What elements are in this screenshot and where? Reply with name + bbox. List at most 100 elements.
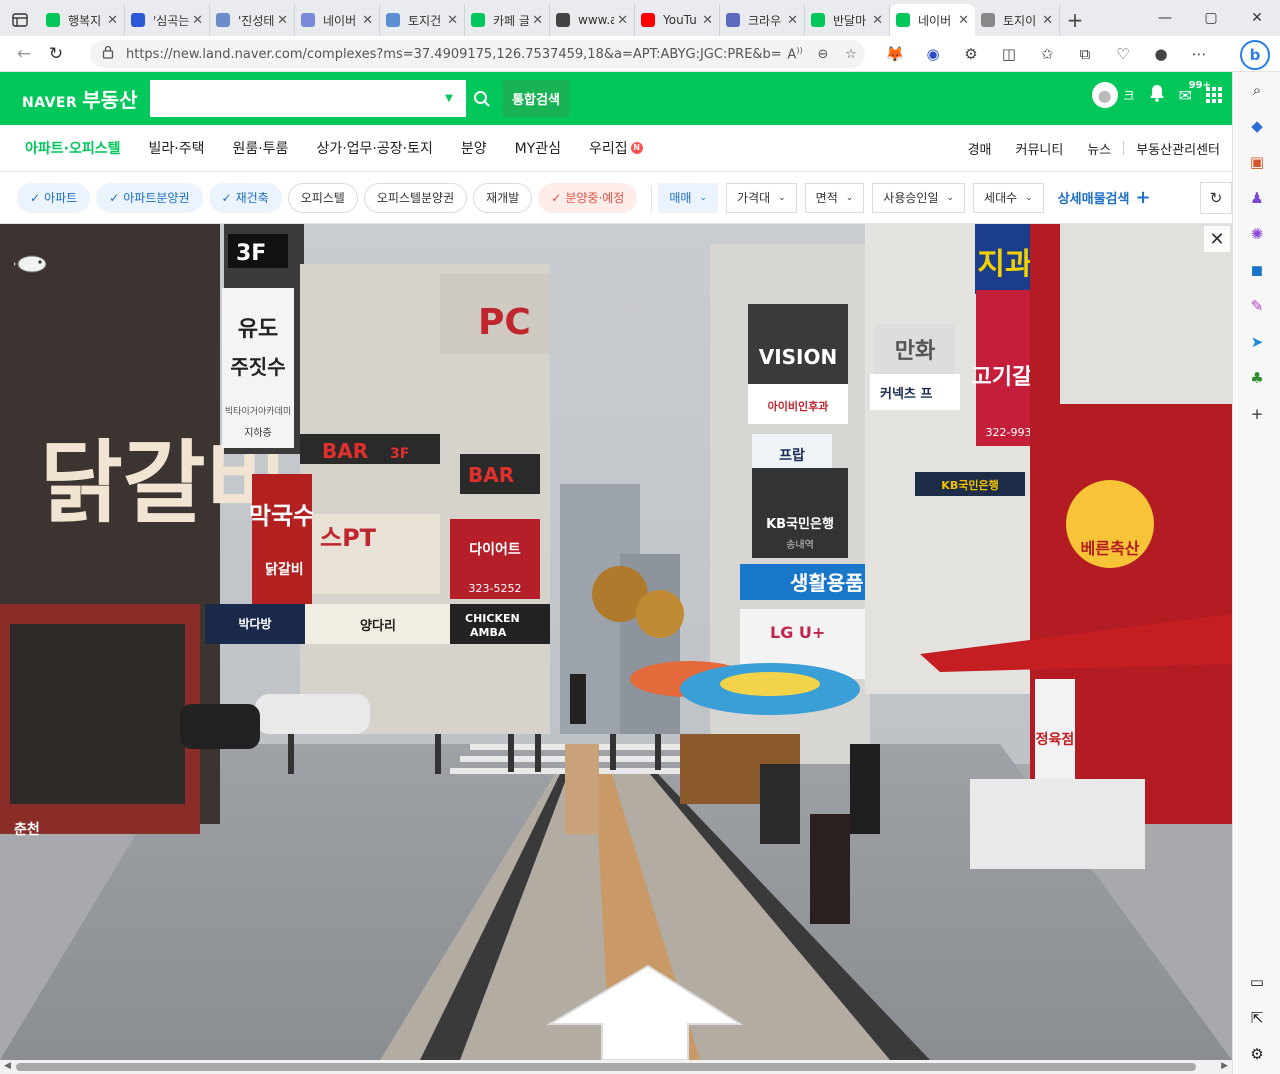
tools-briefcase-icon[interactable]: ▣	[1233, 144, 1280, 180]
more-menu-icon[interactable]: ⋯	[1180, 40, 1218, 68]
omnibox[interactable]: https://new.land.naver.com/complexes?ms=…	[90, 40, 865, 68]
tab-close-icon[interactable]: ✕	[1042, 13, 1053, 28]
filter-chip-apt-presale-right[interactable]: ✓ 아파트분양권	[96, 182, 203, 213]
horizontal-scrollbar[interactable]: ◀ ▶	[0, 1060, 1232, 1074]
tab-close-icon[interactable]: ✕	[787, 13, 798, 28]
close-window-icon[interactable]: ✕	[1234, 0, 1280, 36]
tab-close-icon[interactable]: ✕	[532, 13, 543, 28]
menu-auction[interactable]: 경매	[956, 125, 1004, 172]
all-search-button[interactable]: 통합검색	[503, 80, 569, 117]
search-dropdown-icon[interactable]: ▼	[434, 93, 464, 104]
browser-tab[interactable]: 네이버 ✕	[890, 4, 975, 36]
tab-close-icon[interactable]: ✕	[702, 13, 713, 28]
tab-actions-menu-icon[interactable]	[0, 0, 40, 40]
bing-copilot-icon[interactable]: b	[1240, 40, 1270, 70]
designer-icon[interactable]: ✎	[1233, 288, 1280, 324]
split-screen-icon[interactable]: ◫	[990, 40, 1028, 68]
extension-circle-icon[interactable]: ◉	[914, 40, 952, 68]
filter-chip-redevelopment[interactable]: 재개발	[473, 182, 533, 213]
filter-trade-type-dropdown[interactable]: 매매 ⌄	[658, 182, 718, 213]
menu-apt-officetel[interactable]: 아파트·오피스텔	[0, 125, 134, 172]
browser-tab[interactable]: YouTu ✕	[635, 4, 720, 36]
naver-land-logo[interactable]: NAVER 부동산	[22, 84, 137, 113]
filter-chip-officetel-presale-right[interactable]: 오피스텔분양권	[363, 182, 468, 213]
reload-icon[interactable]: ↻	[40, 38, 72, 70]
detail-search-button[interactable]: 상세매물검색 +	[1058, 187, 1151, 208]
tab-close-icon[interactable]: ✕	[447, 13, 458, 28]
browser-tab[interactable]: 반달마 ✕	[805, 4, 890, 36]
extensions-puzzle-icon[interactable]: ⚙	[952, 40, 990, 68]
filter-chip-presale-upcoming[interactable]: ✓ 분양중·예정	[538, 182, 638, 213]
browser-tab[interactable]: 크라우 ✕	[720, 4, 805, 36]
minimize-icon[interactable]: —	[1142, 0, 1188, 36]
filter-price-dropdown[interactable]: 가격대 ⌄	[725, 182, 797, 213]
filter-chip-apt[interactable]: ✓ 아파트	[17, 182, 91, 213]
favorite-star-icon[interactable]: ☆	[837, 47, 865, 62]
url-text[interactable]: https://new.land.naver.com/complexes?ms=…	[126, 47, 781, 62]
filter-approval-date-dropdown[interactable]: 사용승인일 ⌄	[872, 182, 966, 213]
send-icon[interactable]: ➤	[1233, 324, 1280, 360]
settings-gear-icon[interactable]: ⚙	[1233, 1036, 1280, 1072]
copilot-icon[interactable]: ✺	[1233, 216, 1280, 252]
filter-chip-reconstruction[interactable]: ✓ 재건축	[208, 182, 282, 213]
browser-tab[interactable]: www.a ✕	[550, 4, 635, 36]
tab-close-icon[interactable]: ✕	[958, 13, 969, 28]
tab-close-icon[interactable]: ✕	[192, 13, 203, 28]
profile-icon[interactable]: ●	[1142, 40, 1180, 68]
games-icon[interactable]: ♟	[1233, 180, 1280, 216]
browser-tab[interactable]: '진성테 ✕	[210, 4, 295, 36]
search-button[interactable]	[464, 80, 498, 117]
maximize-icon[interactable]: ▢	[1188, 0, 1234, 36]
tab-close-icon[interactable]: ✕	[362, 13, 373, 28]
metamask-extension-icon[interactable]: 🦊	[876, 40, 914, 68]
tab-close-icon[interactable]: ✕	[277, 13, 288, 28]
edge-sidebar: ⌕ ◆ ▣ ♟ ✺ ◼ ✎ ➤ ♣ + ▭ ⇱ ⚙	[1232, 72, 1280, 1074]
external-link-icon[interactable]: ⇱	[1233, 1000, 1280, 1036]
back-icon[interactable]: ←	[8, 38, 40, 70]
user-name[interactable]: 크	[1124, 87, 1135, 104]
menu-community[interactable]: 커뮤니티	[1004, 125, 1076, 172]
close-street-view-button[interactable]: ✕	[1204, 226, 1230, 252]
scroll-left-icon[interactable]: ◀	[4, 1061, 11, 1071]
collections-icon[interactable]: ⧉	[1066, 40, 1104, 68]
avatar[interactable]: ●	[1091, 82, 1118, 108]
menu-oneroom[interactable]: 원룸·투룸	[218, 125, 302, 172]
menu-my-interest[interactable]: MY관심	[501, 125, 575, 172]
tab-close-icon[interactable]: ✕	[617, 13, 628, 28]
read-aloud-icon[interactable]: A))	[781, 46, 809, 62]
bell-icon[interactable]	[1149, 84, 1165, 106]
tab-close-icon[interactable]: ✕	[107, 13, 118, 28]
search-icon[interactable]: ⌕	[1233, 72, 1280, 108]
browser-tab[interactable]: 토지건 ✕	[380, 4, 465, 36]
menu-villa-house[interactable]: 빌라·주택	[134, 125, 218, 172]
refresh-filters-button[interactable]: ↻	[1200, 182, 1232, 214]
menu-my-home[interactable]: 우리집 N	[575, 125, 657, 172]
zoom-icon[interactable]: ⊖	[809, 47, 837, 62]
mail-icon[interactable]: ✉ 99+	[1179, 80, 1211, 105]
browser-tab[interactable]: 네이버 ✕	[295, 4, 380, 36]
scroll-right-icon[interactable]: ▶	[1221, 1061, 1228, 1071]
street-view-panorama[interactable]: 닭갈비 춘천 3F 유도 주짓수 빅타이거아카데미 지하층 PC BAR 3F …	[0, 224, 1232, 1060]
shopping-tag-icon[interactable]: ◆	[1233, 108, 1280, 144]
favorites-icon[interactable]: ✩	[1028, 40, 1066, 68]
scrollbar-thumb[interactable]	[16, 1063, 1196, 1071]
menu-presale[interactable]: 분양	[447, 125, 501, 172]
browser-essentials-icon[interactable]: ♡	[1104, 40, 1142, 68]
search-input[interactable]	[150, 80, 434, 117]
menu-commercial[interactable]: 상가·업무·공장·토지	[302, 125, 446, 172]
browser-tab[interactable]: 토지이 ✕	[975, 4, 1060, 36]
sidebar-layout-icon[interactable]: ▭	[1233, 964, 1280, 1000]
browser-tab[interactable]: 행복지 ✕	[40, 4, 125, 36]
filter-chip-officetel[interactable]: 오피스텔	[287, 182, 358, 213]
menu-agency-center[interactable]: 부동산관리센터	[1124, 125, 1232, 172]
filter-household-dropdown[interactable]: 세대수 ⌄	[973, 182, 1044, 213]
filter-area-dropdown[interactable]: 면적 ⌄	[804, 182, 865, 213]
browser-tab[interactable]: '심곡는 ✕	[125, 4, 210, 36]
tree-icon[interactable]: ♣	[1233, 360, 1280, 396]
tab-close-icon[interactable]: ✕	[872, 13, 883, 28]
add-sidebar-icon[interactable]: +	[1233, 396, 1280, 432]
menu-news[interactable]: 뉴스	[1075, 125, 1123, 172]
outlook-icon[interactable]: ◼	[1233, 252, 1280, 288]
browser-tab[interactable]: 카페 글 ✕	[465, 4, 550, 36]
new-tab-button[interactable]: +	[1060, 8, 1090, 32]
